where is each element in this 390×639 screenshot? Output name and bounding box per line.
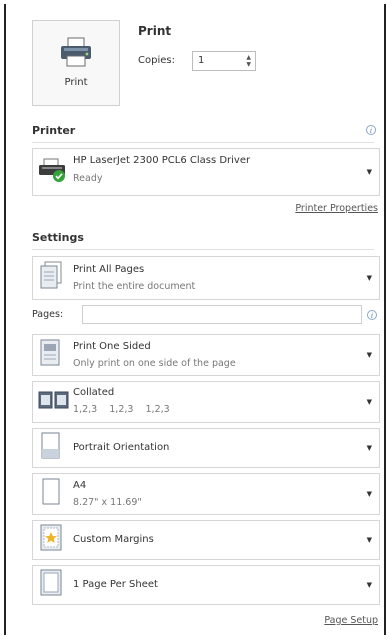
chevron-down-icon: ▼	[366, 536, 372, 544]
print-range-title: Print All Pages	[73, 264, 145, 275]
paper-size-dropdown[interactable]: A4 8.27" x 11.69" ▼	[32, 473, 380, 515]
margins-dropdown[interactable]: Custom Margins ▼	[32, 520, 380, 560]
chevron-down-icon: ▼	[366, 581, 372, 589]
pages-per-sheet-dropdown[interactable]: 1 Page Per Sheet ▼	[32, 565, 380, 605]
orientation-title: Portrait Orientation	[73, 442, 170, 453]
info-icon[interactable]: i	[367, 310, 377, 320]
print-button[interactable]: Print	[32, 20, 120, 106]
pages-icon	[38, 261, 64, 295]
collation-subtitle: 1,2,3 1,2,3 1,2,3	[73, 404, 170, 415]
portrait-icon	[38, 431, 64, 465]
printer-ready-icon	[38, 157, 68, 187]
printer-dropdown[interactable]: HP LaserJet 2300 PCL6 Class Driver Ready…	[32, 148, 380, 196]
copies-stepper[interactable]: 1 ▲ ▼	[192, 51, 256, 71]
chevron-down-icon: ▼	[366, 351, 372, 359]
spinner-arrows-icon[interactable]: ▲ ▼	[246, 54, 251, 68]
collation-dropdown[interactable]: Collated 1,2,3 1,2,3 1,2,3 ▼	[32, 381, 380, 423]
sides-dropdown[interactable]: Print One Sided Only print on one side o…	[32, 334, 380, 376]
chevron-down-icon: ▼	[366, 398, 372, 406]
pages-per-sheet-title: 1 Page Per Sheet	[73, 579, 158, 590]
printer-status: Ready	[73, 173, 103, 184]
print-range-subtitle: Print the entire document	[73, 281, 196, 292]
margins-title: Custom Margins	[73, 534, 154, 545]
copies-label: Copies:	[138, 55, 175, 66]
paper-size-title: A4	[73, 480, 87, 491]
printer-properties-link[interactable]: Printer Properties	[295, 203, 378, 214]
sides-title: Print One Sided	[73, 341, 151, 352]
chevron-down-icon: ▼	[366, 274, 372, 282]
collated-icon	[38, 389, 70, 415]
one-sided-icon	[38, 338, 64, 372]
paper-size-icon	[38, 477, 64, 511]
chevron-down-icon: ▼	[366, 444, 372, 452]
printer-heading: Printer	[32, 124, 76, 137]
pages-per-sheet-icon	[38, 568, 64, 602]
pages-input[interactable]	[82, 305, 362, 324]
paper-size-subtitle: 8.27" x 11.69"	[73, 497, 142, 508]
pages-label: Pages:	[32, 309, 64, 320]
info-icon[interactable]: i	[366, 125, 376, 135]
collation-title: Collated	[73, 387, 115, 398]
printer-icon	[61, 37, 91, 67]
divider	[32, 249, 374, 250]
print-range-dropdown[interactable]: Print All Pages Print the entire documen…	[32, 256, 380, 300]
print-heading: Print	[138, 24, 172, 38]
chevron-down-icon: ▼	[366, 490, 372, 498]
chevron-down-icon: ▼	[366, 168, 372, 176]
divider	[32, 142, 374, 143]
printer-name: HP LaserJet 2300 PCL6 Class Driver	[73, 155, 251, 166]
copies-value: 1	[198, 55, 205, 66]
sides-subtitle: Only print on one side of the page	[73, 358, 236, 369]
margins-icon	[38, 523, 64, 557]
orientation-dropdown[interactable]: Portrait Orientation ▼	[32, 428, 380, 468]
settings-heading: Settings	[32, 231, 84, 244]
print-button-label: Print	[64, 77, 88, 88]
page-setup-link[interactable]: Page Setup	[324, 615, 378, 626]
